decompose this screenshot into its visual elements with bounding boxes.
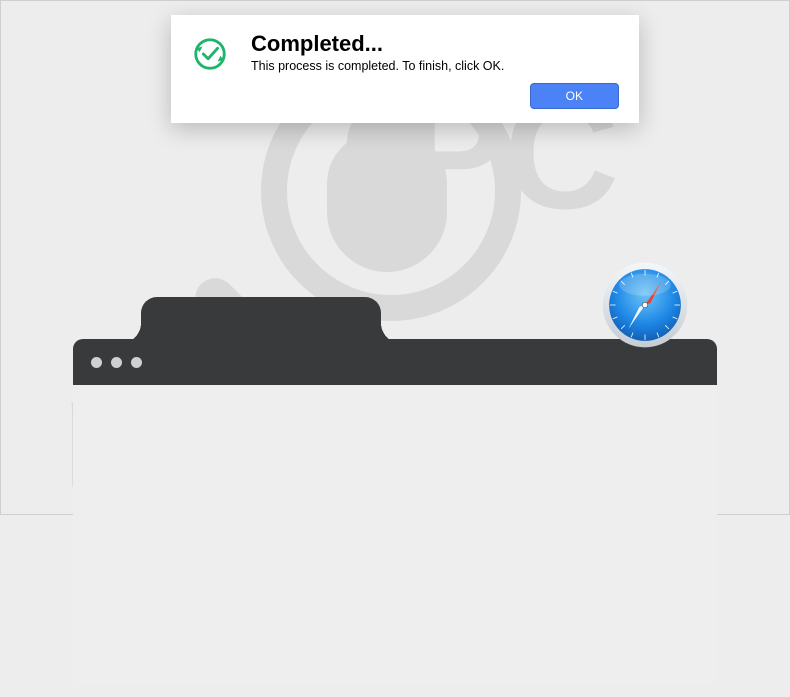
- watermark-bug-icon: [327, 132, 447, 272]
- completed-dialog: Completed... This process is completed. …: [171, 15, 639, 123]
- checkmark-circle-icon: [191, 35, 229, 73]
- window-control-dot: [91, 357, 102, 368]
- dialog-body: Completed... This process is completed. …: [191, 31, 619, 73]
- window-control-dot: [111, 357, 122, 368]
- dialog-message: This process is completed. To finish, cl…: [251, 59, 619, 73]
- browser-tab: [141, 297, 381, 343]
- safari-browser-icon: [599, 259, 691, 351]
- dialog-title: Completed...: [251, 31, 619, 57]
- dialog-content: Completed... This process is completed. …: [251, 31, 619, 73]
- window-control-dot: [131, 357, 142, 368]
- browser-window: [73, 297, 717, 697]
- browser-page-body: [73, 385, 717, 685]
- dialog-actions: OK: [191, 83, 619, 109]
- ok-button[interactable]: OK: [530, 83, 619, 109]
